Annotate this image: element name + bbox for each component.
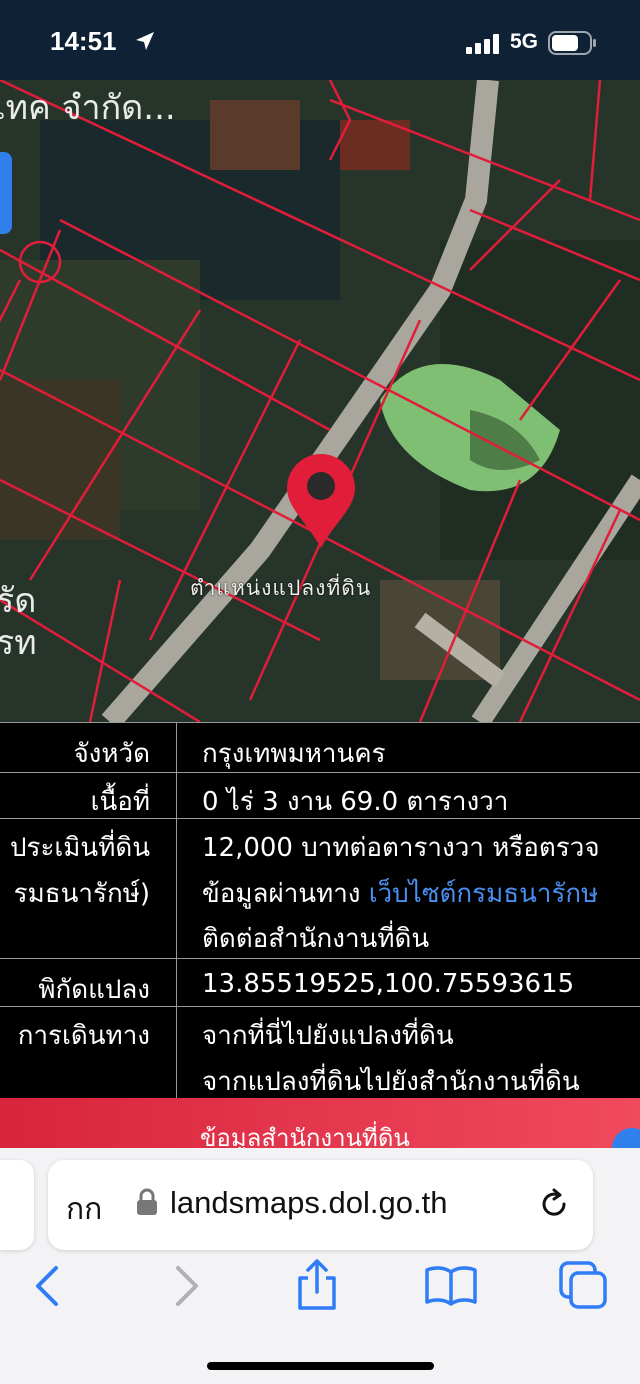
directions-label: การเดินทาง	[17, 1021, 150, 1051]
row-directions: การเดินทาง จากที่นี่ไปยังแปลงที่ดิน จากแ…	[0, 1006, 640, 1099]
map-label-left-line2: รท	[0, 623, 37, 663]
text-size-button[interactable]: กก	[66, 1186, 102, 1233]
province-label: จังหวัด	[73, 739, 150, 769]
province-value: กรุงเทพมหานคร	[202, 739, 386, 769]
home-indicator[interactable]	[207, 1362, 434, 1370]
area-label: เนื้อที่	[90, 787, 150, 817]
share-icon[interactable]	[294, 1258, 340, 1316]
url-text[interactable]: landsmaps.dol.go.th	[170, 1185, 447, 1221]
appraisal-value-line3: ติดต่อสำนักงานที่ดิน	[202, 924, 430, 954]
appraisal-label-line1: ประเมินที่ดิน	[9, 833, 150, 863]
network-type: 5G	[510, 30, 539, 53]
map-label-left-line1: รัด	[0, 581, 37, 621]
appraisal-value-line1: 12,000 บาทต่อตารางวา หรือตรวจ	[202, 833, 600, 863]
treasury-website-link[interactable]: เว็บไซต์กรมธนารักษ	[369, 879, 599, 909]
browser-toolbar: กก landsmaps.dol.go.th	[0, 1148, 640, 1384]
location-arrow-icon	[134, 30, 156, 56]
forward-icon[interactable]	[170, 1264, 204, 1312]
coordinates-label: พิกัดแปลง	[38, 975, 150, 1005]
bookmarks-icon[interactable]	[424, 1264, 478, 1312]
column-divider	[176, 959, 177, 1007]
status-time: 14:51	[50, 26, 117, 56]
directions-to-parcel-link[interactable]: จากที่นี่ไปยังแปลงที่ดิน	[202, 1015, 454, 1056]
battery-icon	[548, 30, 598, 60]
appraisal-label-line2: รมธนารักษ์)	[13, 879, 150, 909]
signal-icon	[466, 34, 502, 58]
row-coordinates: พิกัดแปลง 13.85519525,100.75593615	[0, 958, 640, 1007]
directions-to-office-link[interactable]: จากแปลงที่ดินไปยังสำนักงานที่ดิน	[202, 1061, 580, 1102]
tabs-icon[interactable]	[558, 1260, 610, 1316]
lock-icon	[136, 1188, 158, 1220]
reload-icon[interactable]	[536, 1186, 572, 1226]
back-icon[interactable]	[30, 1264, 64, 1312]
previous-tab-preview[interactable]	[0, 1160, 34, 1250]
row-province: จังหวัด กรุงเทพมหานคร	[0, 722, 640, 773]
column-divider	[176, 819, 177, 959]
side-panel-handle[interactable]	[0, 152, 12, 234]
row-appraisal: ประเมินที่ดิน รมธนารักษ์) 12,000 บาทต่อต…	[0, 818, 640, 959]
map-label-left: รัด รท	[0, 580, 37, 664]
row-area: เนื้อที่ 0 ไร่ 3 งาน 69.0 ตารางวา	[0, 772, 640, 819]
area-value: 0 ไร่ 3 งาน 69.0 ตารางวา	[202, 787, 509, 817]
map-imagery	[0, 80, 640, 722]
address-bar[interactable]: กก landsmaps.dol.go.th	[48, 1160, 593, 1250]
status-bar: 14:51 5G	[0, 0, 640, 80]
coordinates-link[interactable]: 13.85519525,100.75593615	[202, 969, 574, 999]
map-label-top: เทค จำกัด...	[0, 88, 176, 128]
satellite-map[interactable]: เทค จำกัด... รัด รท ตำแหน่งแปลงที่ดิน	[0, 80, 640, 722]
column-divider	[176, 773, 177, 819]
appraisal-value-line2: ข้อมูลผ่านทาง เว็บไซต์กรมธนารักษ	[202, 873, 598, 914]
column-divider	[176, 1007, 177, 1099]
pin-label: ตำแหน่งแปลงที่ดิน	[190, 576, 372, 600]
land-office-info-bar[interactable]: ข้อมูลสำนักงานที่ดิน	[0, 1098, 640, 1168]
appraisal-value-prefix: ข้อมูลผ่านทาง	[202, 879, 369, 909]
location-pin-icon[interactable]	[285, 452, 357, 554]
column-divider	[176, 723, 177, 773]
parcel-info-table: จังหวัด กรุงเทพมหานคร เนื้อที่ 0 ไร่ 3 ง…	[0, 722, 640, 1099]
